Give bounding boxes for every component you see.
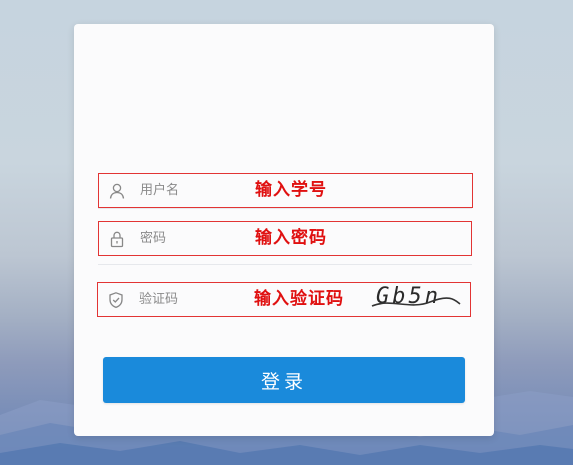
lock-icon [110, 231, 124, 248]
password-annotation: 输入密码 [255, 228, 327, 248]
divider [98, 208, 472, 209]
captcha-placeholder: 验证码 [139, 292, 179, 307]
username-annotation: 输入学号 [255, 180, 327, 200]
user-icon [109, 183, 125, 199]
password-placeholder: 密码 [140, 231, 167, 246]
username-placeholder: 用户名 [140, 183, 180, 198]
captcha-noise [371, 297, 461, 307]
shield-icon [109, 292, 123, 309]
captcha-image[interactable]: Gb5n [370, 284, 462, 314]
username-field[interactable]: 用户名 输入学号 [98, 173, 473, 208]
password-field[interactable]: 密码 输入密码 [98, 221, 472, 256]
captcha-field[interactable]: 验证码 输入验证码 Gb5n [97, 282, 471, 317]
login-card: 用户名 输入学号 密码 输入密码 验证码 输入验证码 Gb5n 登录 [74, 24, 494, 436]
login-button[interactable]: 登录 [103, 357, 465, 403]
captcha-annotation: 输入验证码 [254, 289, 344, 309]
divider [98, 264, 472, 265]
